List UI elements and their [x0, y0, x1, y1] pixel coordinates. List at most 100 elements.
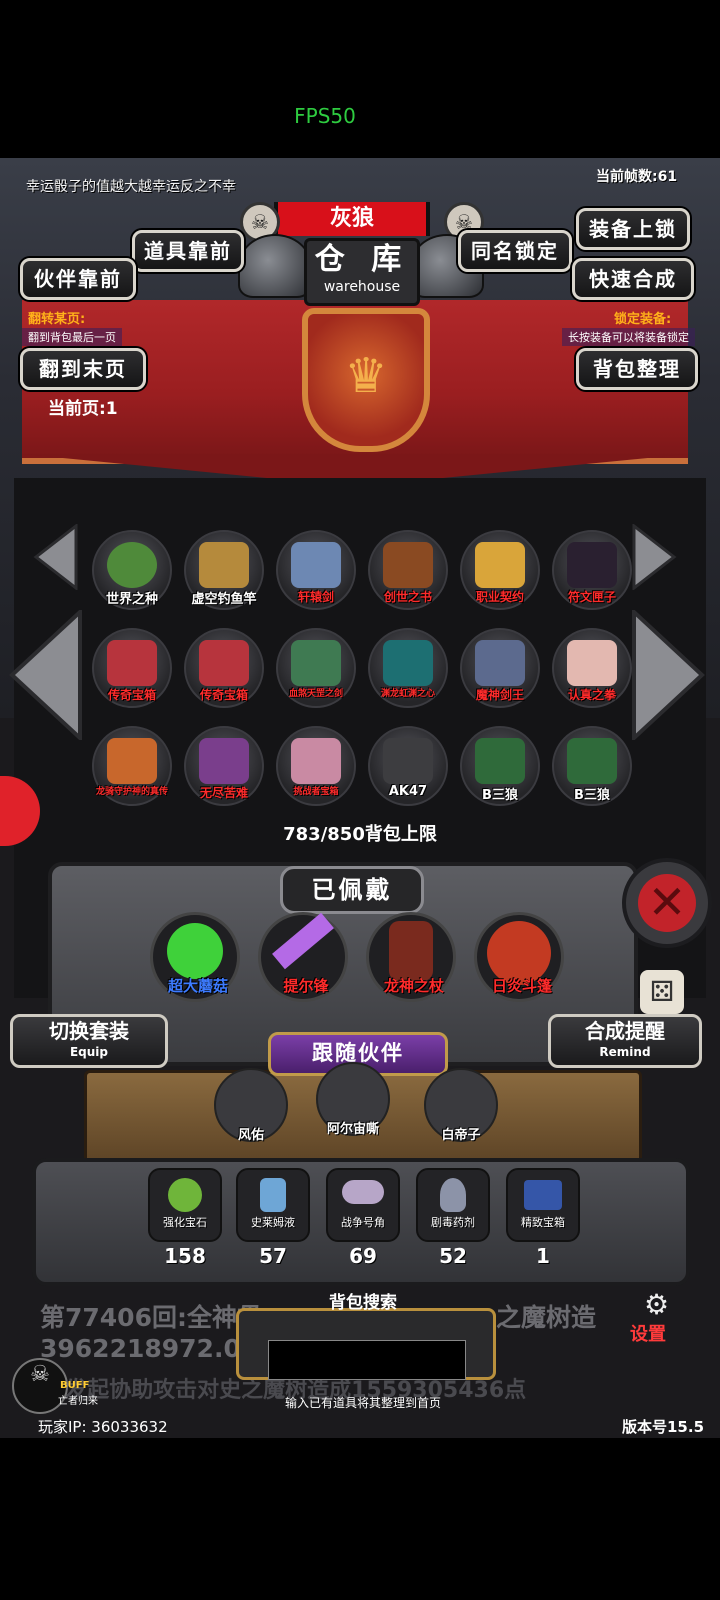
- fist-icon: [567, 640, 617, 686]
- material-slot[interactable]: 精致宝箱 1: [506, 1168, 580, 1268]
- player-ip: 玩家IP: 36033632: [38, 1418, 168, 1436]
- bag-slot[interactable]: 渊龙虹渊之心: [368, 628, 448, 708]
- scroll-icon: [475, 542, 525, 588]
- material-count: 52: [439, 1244, 467, 1268]
- small-left-arrow[interactable]: [32, 524, 78, 590]
- close-button[interactable]: ✕: [622, 858, 712, 948]
- current-page: 当前页:1: [48, 399, 118, 419]
- item-label: 轩辕剑: [297, 590, 334, 604]
- search-input[interactable]: [268, 1340, 466, 1380]
- buff-label: BUFF: [60, 1380, 90, 1391]
- horn-icon: [342, 1180, 384, 1204]
- merge-remind-label: 合成提醒: [585, 1019, 665, 1043]
- switch-set-button[interactable]: 切换套装 Equip: [10, 1014, 168, 1068]
- battle-log-line: 第77406回:全神贯: [40, 1303, 262, 1332]
- material-count: 158: [164, 1244, 206, 1268]
- item-label: 无尽苦难: [199, 786, 248, 800]
- material-slot[interactable]: 剧毒药剂 52: [416, 1168, 490, 1268]
- shoulder-armor-icon: [238, 234, 312, 298]
- lock-equip-label: 锁定装备:: [614, 312, 672, 327]
- material-slot[interactable]: 战争号角 69: [326, 1168, 400, 1268]
- bag-slot[interactable]: 世界之种: [92, 530, 172, 610]
- partner-slot[interactable]: 风佑: [214, 1068, 288, 1143]
- partner-slot[interactable]: 阿尔宙嘶: [316, 1062, 390, 1137]
- material-slot[interactable]: 史莱姆液 57: [236, 1168, 310, 1268]
- dark-knight-icon: [199, 738, 249, 784]
- equipped-label: 超大蘑菇: [167, 977, 228, 995]
- sort-bag-button[interactable]: 背包整理: [576, 348, 698, 390]
- material-label: 强化宝石: [163, 1216, 207, 1229]
- warehouse-title-text: 仓 库: [314, 242, 410, 277]
- item-label: 世界之种: [105, 592, 158, 607]
- gem-icon: [168, 1178, 202, 1212]
- fishing-rod-icon: [199, 542, 249, 588]
- settings-button[interactable]: ⚙ 设置: [630, 1288, 688, 1348]
- chest-icon: [199, 640, 249, 686]
- item-label: 传奇宝箱: [199, 688, 248, 702]
- bag-slot[interactable]: B三狼: [460, 726, 540, 806]
- dragon-icon: [107, 738, 157, 784]
- flip-page-label: 翻转某页:: [28, 312, 86, 327]
- chest-icon: [524, 1180, 562, 1210]
- merge-remind-button[interactable]: 合成提醒 Remind: [548, 1014, 702, 1068]
- battle-log-line: 之魔树造: [496, 1303, 597, 1332]
- material-label: 战争号角: [341, 1216, 385, 1229]
- material-count: 1: [536, 1244, 550, 1268]
- sword-icon: [291, 640, 341, 686]
- bag-slot[interactable]: 魔神剑王: [460, 628, 540, 708]
- material-label: 精致宝箱: [521, 1216, 565, 1229]
- switch-set-label: 切换套装: [49, 1019, 129, 1043]
- item-label: 认真之拳: [567, 688, 616, 702]
- gear-icon: ⚙: [644, 1288, 670, 1321]
- item-label: 龙骑守护神的真传: [95, 787, 168, 797]
- search-hint: 输入已有道具将其整理到首页: [284, 1396, 441, 1410]
- switch-set-sub: Equip: [69, 1045, 109, 1059]
- material-slot[interactable]: 强化宝石 158: [148, 1168, 222, 1268]
- small-right-arrow[interactable]: [632, 524, 678, 590]
- bag-slot[interactable]: 传奇宝箱: [184, 628, 264, 708]
- bag-slot[interactable]: 传奇宝箱: [92, 628, 172, 708]
- partner-label: 白帝子: [441, 1128, 481, 1143]
- bag-slot[interactable]: 符文匣子: [552, 530, 632, 610]
- equipped-label: 龙神之杖: [383, 977, 444, 995]
- bag-slot[interactable]: 血煞天罡之剑: [276, 628, 356, 708]
- partner-front-button[interactable]: 伙伴靠前: [20, 258, 136, 300]
- equipped-slot[interactable]: 龙神之杖: [366, 912, 456, 1002]
- fps-counter: FPS50: [294, 104, 356, 128]
- search-title: 背包搜索: [329, 1293, 397, 1313]
- quick-merge-button[interactable]: 快速合成: [572, 258, 694, 300]
- bag-slot[interactable]: 职业契约: [460, 530, 540, 610]
- bag-slot[interactable]: 虚空钓鱼竿: [184, 530, 264, 610]
- item-label: 挑战者宝箱: [293, 787, 339, 797]
- partner-slot[interactable]: 白帝子: [424, 1068, 498, 1143]
- bag-slot[interactable]: 创世之书: [368, 530, 448, 610]
- dice-icon[interactable]: ⚄: [640, 970, 684, 1014]
- equipped-title: 已佩戴: [280, 866, 424, 914]
- equipped-slot[interactable]: 超大蘑菇: [150, 912, 240, 1002]
- same-name-lock-button[interactable]: 同名锁定: [458, 230, 572, 272]
- equipped-slot[interactable]: 提尔锋: [258, 912, 348, 1002]
- bag-slot[interactable]: 认真之拳: [552, 628, 632, 708]
- poison-flask-icon: [440, 1178, 466, 1212]
- items-front-button[interactable]: 道具靠前: [132, 230, 244, 272]
- chest-icon: [107, 640, 157, 686]
- bag-slot[interactable]: AK47: [368, 726, 448, 806]
- material-count: 57: [259, 1244, 287, 1268]
- equipped-slot[interactable]: 日炎斗篷: [474, 912, 564, 1002]
- material-count: 69: [349, 1244, 377, 1268]
- page-prev-arrow[interactable]: [8, 610, 82, 740]
- staff-icon: [389, 921, 433, 981]
- bag-slot[interactable]: 无尽苦难: [184, 726, 264, 806]
- bag-slot[interactable]: 轩辕剑: [276, 530, 356, 610]
- equip-lock-button[interactable]: 装备上锁: [576, 208, 690, 250]
- bag-slot[interactable]: B三狼: [552, 726, 632, 806]
- bag-slot[interactable]: 龙骑守护神的真传: [92, 726, 172, 806]
- sword-icon: [291, 542, 341, 588]
- equipped-label: 日炎斗篷: [491, 977, 552, 995]
- item-label: AK47: [388, 784, 428, 799]
- bag-slot[interactable]: 挑战者宝箱: [276, 726, 356, 806]
- battle-log-line: 3962218972.00: [40, 1334, 259, 1363]
- goto-last-page-button[interactable]: 翻到末页: [20, 348, 146, 390]
- page-next-arrow[interactable]: [632, 610, 706, 740]
- wolf-warrior-icon: [475, 738, 525, 784]
